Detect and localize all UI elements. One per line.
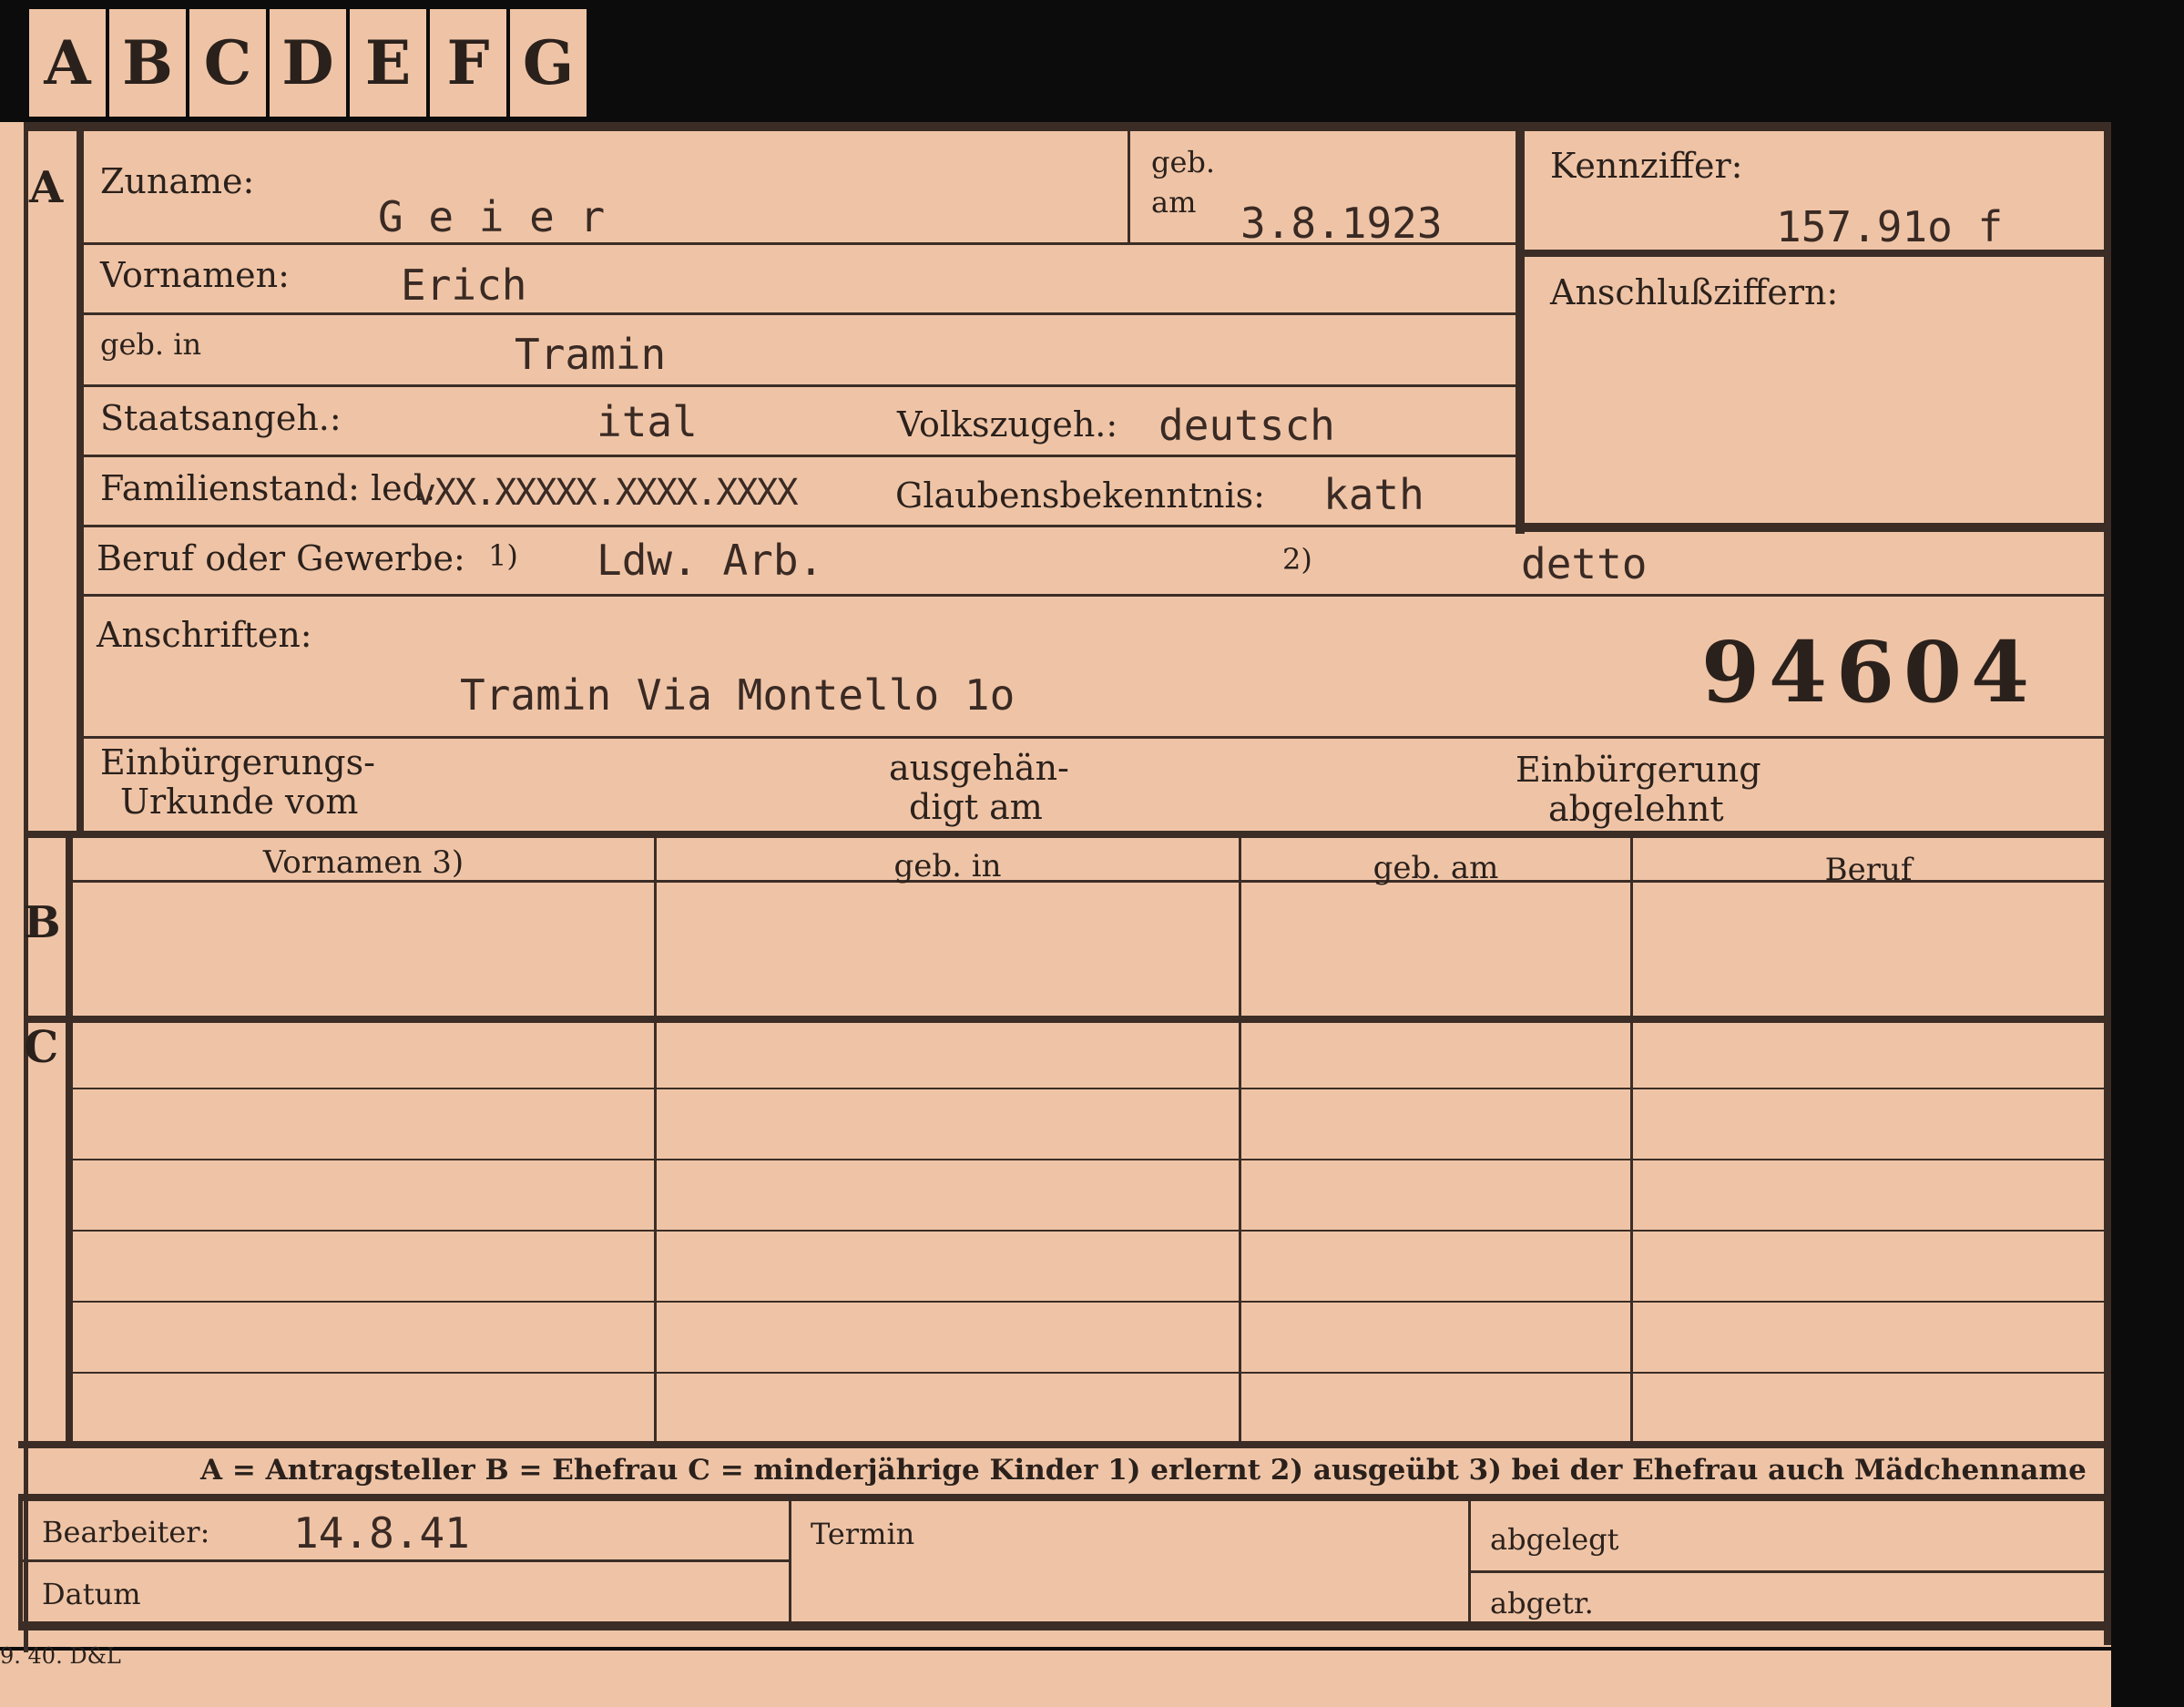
legend-bottom-border	[18, 1494, 2111, 1501]
tab-g[interactable]: G	[510, 9, 587, 117]
bearbeiter-label: Bearbeiter:	[42, 1515, 210, 1549]
volkszugeh-label: Volkszugeh.:	[897, 404, 1118, 445]
left-thin-border	[24, 122, 28, 1652]
c-row-rule-3	[73, 1230, 2104, 1232]
tab-d[interactable]: D	[270, 9, 346, 117]
office-rule-right	[1468, 1570, 2104, 1573]
section-a-label: A	[29, 162, 64, 213]
table-header-geb-in: geb. in	[893, 848, 1002, 884]
print-code: 9. 40. D&L	[0, 1643, 121, 1669]
einbuergerung-abgelehnt-label-2: abgelehnt	[1548, 789, 1724, 829]
tab-b[interactable]: B	[109, 9, 186, 117]
table-header-beruf: Beruf	[1824, 852, 1913, 888]
rule-3	[84, 384, 1516, 387]
section-c-label: C	[24, 1022, 59, 1073]
rule-4	[84, 455, 1516, 457]
geb-am-divider	[1128, 131, 1130, 242]
right-dark-edge	[2111, 122, 2140, 1707]
familienstand-struck-options: vXX.XXXXX.XXXX.XXXX	[414, 472, 799, 514]
col-divider-2	[1239, 838, 1241, 1441]
rule-7	[84, 736, 2104, 739]
glaubensbekenntnis-label: Glaubensbekenntnis:	[895, 475, 1265, 516]
volkszugeh-value: deutsch	[1158, 401, 1335, 450]
ausgehaendigt-label-1: ausgehän-	[889, 748, 1069, 788]
table-left-border	[66, 831, 73, 1443]
vornamen-label: Vornamen:	[100, 255, 290, 295]
zuname-label: Zuname:	[100, 161, 255, 201]
zuname-value: G e i e r	[378, 192, 606, 241]
einbuergerung-urkunde-label-2: Urkunde vom	[120, 782, 359, 822]
geb-in-label: geb. in	[100, 327, 202, 362]
table-header-vornamen: Vornamen 3)	[262, 844, 464, 881]
anschlussziffern-label: Anschlußziffern:	[1550, 272, 1839, 312]
beruf-note-1: 1)	[488, 538, 518, 573]
staatsangeh-label: Staatsangeh.:	[100, 398, 342, 438]
geb-in-value: Tramin	[515, 330, 667, 379]
familienstand-label: Familienstand: led.	[100, 468, 436, 508]
top-border	[24, 122, 2109, 131]
office-divider-1	[789, 1501, 791, 1623]
right-border	[2104, 122, 2111, 1645]
registration-card: A B C D E F G A B C Zuname: G e i e r ge…	[0, 0, 2140, 1707]
beruf-note-2: 2)	[1282, 542, 1312, 577]
ausgehaendigt-label-2: digt am	[909, 787, 1043, 827]
office-bottom-border	[18, 1621, 2111, 1630]
kennziffer-value: 157.91o f	[1776, 202, 2004, 251]
top-dark-band	[601, 0, 2140, 122]
am-label: am	[1151, 185, 1197, 220]
geb-label: geb.	[1151, 145, 1216, 179]
c-row-rule-2	[73, 1159, 2104, 1160]
legend-text: A = Antragsteller B = Ehefrau C = minder…	[200, 1454, 2087, 1487]
abgetr-label: abgetr.	[1490, 1586, 1594, 1620]
abgelegt-label: abgelegt	[1490, 1522, 1619, 1557]
section-c-top-border	[24, 1016, 2111, 1023]
datum-label: Datum	[42, 1577, 141, 1611]
staatsangeh-value: ital	[597, 397, 698, 446]
anschrift-value: Tramin Via Montello 1o	[460, 670, 1015, 720]
glaubensbekenntnis-value: kath	[1323, 470, 1424, 519]
tab-e[interactable]: E	[350, 9, 426, 117]
office-divider-2	[1468, 1501, 1471, 1623]
bottom-edge	[0, 1647, 2140, 1651]
legend-top-border	[18, 1441, 2111, 1448]
tab-c[interactable]: C	[189, 9, 266, 117]
tab-f[interactable]: F	[430, 9, 506, 117]
kennziffer-left-border	[1516, 128, 1525, 534]
rule-6	[84, 594, 2104, 597]
rule-2	[84, 312, 1516, 315]
office-left-border	[18, 1501, 23, 1623]
rule-1	[84, 242, 1516, 245]
col-divider-3	[1630, 838, 1633, 1441]
beruf-label: Beruf oder Gewerbe:	[97, 538, 465, 578]
col-divider-1	[654, 838, 657, 1441]
beruf-ausgeuebt-value: detto	[1521, 539, 1648, 588]
stamp-number: 94604	[1701, 623, 2039, 721]
beruf-erlernt-value: Ldw. Arb.	[597, 536, 824, 585]
section-b-label: B	[24, 897, 61, 948]
einbuergerung-urkunde-label-1: Einbürgerungs-	[100, 742, 375, 782]
anschriften-label: Anschriften:	[97, 615, 312, 655]
einbuergerung-abgelehnt-label-1: Einbürgerung	[1516, 750, 1761, 790]
tab-strip: A B C D E F G	[0, 0, 601, 122]
c-row-rule-5	[73, 1372, 2104, 1374]
vornamen-value: Erich	[401, 261, 527, 310]
office-rule-left	[18, 1559, 789, 1562]
rule-5	[84, 525, 2104, 527]
geb-am-value: 3.8.1923	[1240, 199, 1443, 248]
c-row-rule-1	[73, 1088, 2104, 1089]
c-row-rule-4	[73, 1301, 2104, 1303]
table-header-geb-am: geb. am	[1373, 850, 1499, 886]
section-b-top-border	[24, 831, 2111, 838]
kennziffer-label: Kennziffer:	[1550, 146, 1743, 186]
termin-label: Termin	[811, 1517, 915, 1551]
tab-a[interactable]: A	[29, 9, 106, 117]
bearbeiter-value: 14.8.41	[293, 1508, 470, 1558]
a-section-left-border	[77, 122, 84, 833]
